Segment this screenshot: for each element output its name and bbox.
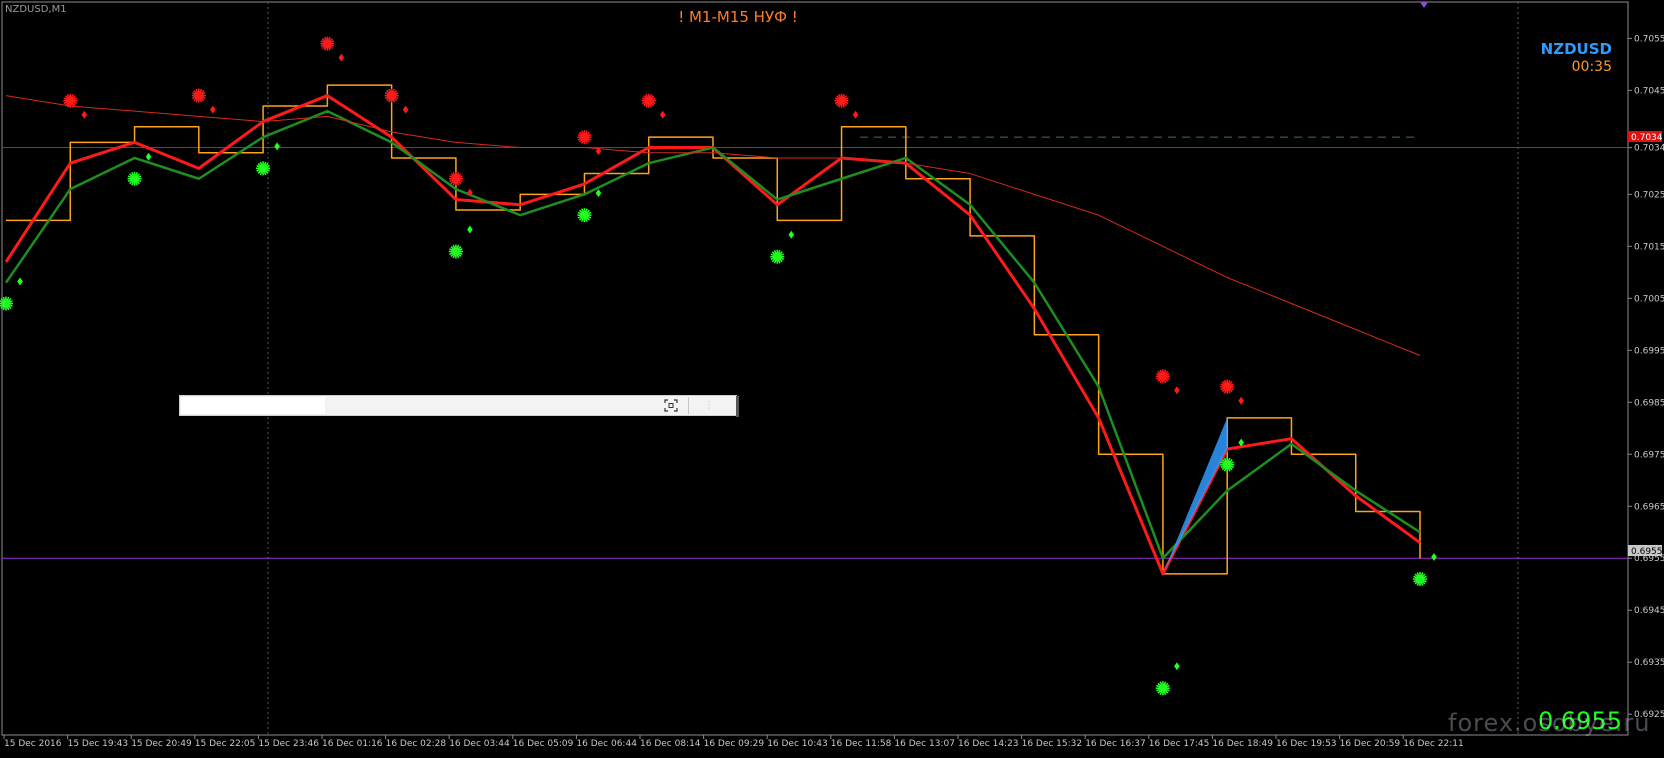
svg-text:0.6955: 0.6955 [1631, 547, 1663, 557]
symbol-label: NZDUSD [1541, 40, 1612, 58]
price-tick-label: 0.7055 [1634, 34, 1664, 44]
buy-signal-star [127, 171, 142, 186]
time-tick-label: 15 Dec 2016 [4, 739, 62, 749]
sell-signal-star [1155, 369, 1170, 384]
sell-signal-star [641, 93, 656, 108]
overlay-menu-button[interactable]: ⋮ [695, 399, 723, 412]
watermark: forex.osobye.ru [1448, 709, 1650, 737]
bid-line-tag: 0.6955 [1628, 545, 1663, 557]
time-tick-label: 15 Dec 19:43 [68, 739, 129, 749]
time-tick-label: 16 Dec 02:28 [386, 739, 447, 749]
time-tick-label: 15 Dec 23:46 [258, 739, 319, 749]
time-tick-label: 16 Dec 10:43 [767, 739, 828, 749]
sell-signal-star [448, 171, 463, 186]
sell-signal-star [384, 88, 399, 103]
buy-signal-star [1155, 681, 1170, 696]
chart-canvas[interactable]: 0.7055 0.7045 0.7034 0.7025 0.7015 0.7005 0.69… [0, 0, 1664, 758]
price-line-tag: 0.7034 [1628, 131, 1663, 143]
price-tick-label: 0.7005 [1634, 294, 1664, 304]
sell-signal-star [577, 130, 592, 145]
price-tick-label: 0.6935 [1634, 658, 1664, 668]
time-tick-label: 16 Dec 16:37 [1085, 739, 1146, 749]
time-tick-label: 15 Dec 22:05 [195, 739, 256, 749]
time-tick-label: 16 Dec 17:45 [1149, 739, 1210, 749]
svg-text:0.7034: 0.7034 [1631, 133, 1663, 143]
time-tick-label: 16 Dec 05:09 [513, 739, 574, 749]
time-tick-label: 16 Dec 20:59 [1340, 739, 1401, 749]
time-tick-label: 16 Dec 13:07 [894, 739, 955, 749]
sell-signal-star [1220, 379, 1235, 394]
sell-signal-star [320, 36, 335, 51]
expand-icon[interactable] [662, 398, 680, 413]
overlay-edge [736, 396, 739, 417]
buy-signal-star [1220, 457, 1235, 472]
sell-signal-star [191, 88, 206, 103]
search-input[interactable] [181, 397, 325, 414]
time-tick-label: 16 Dec 22:11 [1403, 739, 1464, 749]
price-tick-label: 0.7015 [1634, 242, 1664, 252]
price-tick-label: 0.6945 [1634, 606, 1664, 616]
price-tick-label: 0.6985 [1634, 398, 1664, 408]
price-tick-label: 0.6995 [1634, 346, 1664, 356]
overlay-divider [688, 397, 689, 414]
quick-search-bar: ⋮ [179, 395, 739, 417]
sell-signal-star [834, 93, 849, 108]
buy-signal-star [256, 161, 271, 176]
time-tick-label: 16 Dec 03:44 [449, 739, 510, 749]
time-tick-label: 16 Dec 15:32 [1022, 739, 1083, 749]
time-tick-label: 16 Dec 14:23 [958, 739, 1019, 749]
buy-signal-star [1413, 572, 1427, 587]
time-tick-label: 16 Dec 06:44 [576, 739, 637, 749]
buy-signal-star [577, 208, 592, 223]
time-tick-label: 16 Dec 19:53 [1276, 739, 1337, 749]
time-tick-label: 16 Dec 11:58 [831, 739, 892, 749]
symbol-title: NZDUSD,M1 [5, 4, 67, 15]
price-tick-label: 0.7034 [1634, 144, 1664, 154]
time-tick-label: 16 Dec 01:16 [322, 739, 383, 749]
price-tick-label: 0.6965 [1634, 502, 1664, 512]
time-tick-label: 16 Dec 08:14 [640, 739, 701, 749]
price-tick-label: 0.7025 [1634, 190, 1664, 200]
price-tick-label: 0.6975 [1634, 450, 1664, 460]
indicator-banner: ! M1-M15 НУФ ! [678, 8, 798, 26]
candle-timer: 00:35 [1572, 59, 1612, 75]
time-tick-label: 16 Dec 09:29 [704, 739, 765, 749]
sell-signal-star [63, 93, 78, 108]
time-tick-label: 15 Dec 20:49 [131, 739, 192, 749]
price-tick-label: 0.7045 [1634, 86, 1664, 96]
buy-signal-star [770, 249, 785, 264]
buy-signal-star [448, 244, 463, 259]
time-tick-label: 16 Dec 18:49 [1212, 739, 1273, 749]
